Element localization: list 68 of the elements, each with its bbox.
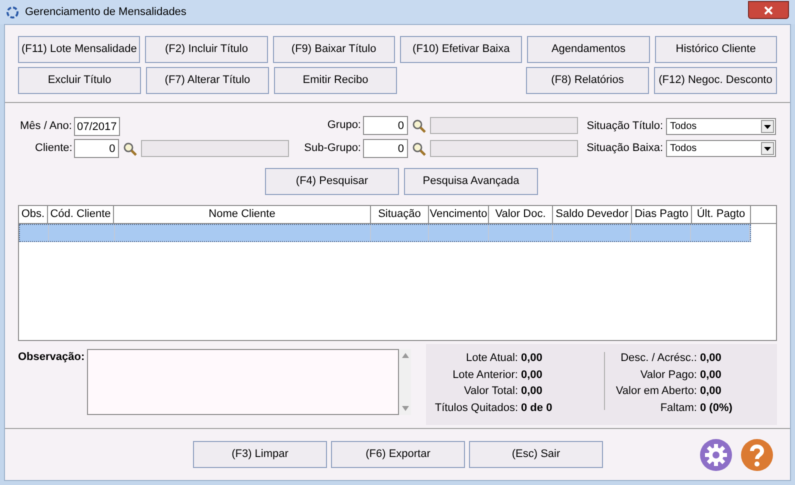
toolbar-button[interactable]: (Esc) Sair [469, 441, 603, 468]
observation-field[interactable] [87, 349, 399, 415]
scrollbar[interactable] [399, 349, 411, 415]
summary-label: Lote Anterior: [452, 368, 518, 382]
table-row[interactable] [19, 224, 751, 242]
summary-value: 0,00 [700, 384, 722, 399]
summary-value: 0,00 [700, 368, 722, 382]
close-icon [764, 6, 773, 14]
toolbar-button[interactable]: (F2) Incluir Título [145, 36, 268, 63]
scroll-up-icon [402, 353, 408, 358]
number-field[interactable]: 0 [74, 139, 120, 158]
observation-label: Observação: [18, 350, 86, 365]
column-header[interactable]: Vencimento [429, 206, 489, 223]
column-header[interactable]: Valor Doc. [489, 206, 553, 223]
number-field[interactable]: 0 [363, 116, 408, 135]
toolbar-button[interactable]: (F9) Baixar Título [272, 36, 395, 63]
summary-label: Valor em Aberto: [614, 384, 697, 399]
window-title: Gerenciamento de Mensalidades [25, 4, 186, 20]
toolbar-button[interactable]: Emitir Recibo [274, 67, 397, 94]
summary-label: Faltam: [659, 400, 697, 416]
toolbar-button[interactable]: (F6) Exportar [331, 441, 465, 468]
column-header[interactable]: Saldo Devedor [553, 206, 632, 223]
search-icon[interactable] [412, 142, 426, 156]
field-label: Sub-Grupo: [304, 141, 361, 156]
close-button[interactable] [748, 1, 789, 19]
summary-value: 0,00 [521, 384, 542, 399]
summary-value: 0,00 [521, 368, 542, 382]
toolbar-button[interactable]: (F11) Lote Mensalidade [18, 36, 140, 63]
toolbar-button[interactable]: (F4) Pesquisar [265, 168, 399, 195]
help-icon[interactable] [741, 438, 773, 470]
summary-label: Desc. / Acrésc.: [620, 351, 697, 366]
number-field[interactable]: 0 [363, 139, 408, 158]
summary-value: 0 de 0 [521, 400, 552, 416]
toolbar-button[interactable]: Pesquisa Avançada [404, 168, 538, 195]
toolbar-button[interactable]: (F10) Efetivar Baixa [400, 36, 522, 63]
search-icon[interactable] [412, 118, 426, 132]
field-label: Cliente: [35, 141, 72, 156]
summary-label: Títulos Quitados: [434, 400, 518, 416]
settings-icon[interactable] [700, 438, 732, 470]
dropdown[interactable]: Todos [666, 140, 776, 157]
column-header[interactable]: Obs. [19, 206, 48, 223]
field-label: Mês / Ano: [20, 119, 72, 134]
dropdown[interactable]: Todos [666, 118, 776, 135]
column-header[interactable]: Cód. Cliente [48, 206, 114, 223]
toolbar-button[interactable]: Excluir Título [18, 67, 141, 94]
column-header[interactable]: Nome Cliente [114, 206, 371, 223]
field-label: Grupo: [327, 118, 361, 134]
app-icon [6, 6, 19, 18]
summary-label: Lote Atual: [465, 351, 518, 366]
summary-value: 0 (0%) [700, 400, 732, 416]
toolbar-button[interactable]: Histórico Cliente [654, 36, 777, 63]
column-header[interactable]: Últ. Pagto [692, 206, 751, 223]
column-header[interactable]: Dias Pagto [632, 206, 692, 223]
summary-value: 0,00 [521, 351, 542, 366]
summary-label: Valor Total: [462, 384, 518, 399]
toolbar-button[interactable]: (F7) Alterar Título [146, 67, 269, 94]
toolbar-button[interactable]: (F12) Negoc. Desconto [654, 67, 777, 94]
field-label: Situação Baixa: [586, 141, 663, 156]
summary-value: 0,00 [700, 351, 722, 366]
toolbar-button[interactable]: Agendamentos [527, 36, 650, 63]
field-label: Situação Título: [586, 119, 663, 134]
column-header[interactable]: Situação [371, 206, 429, 223]
scroll-down-icon [402, 406, 408, 411]
toolbar-button[interactable]: (F8) Relatórios [526, 67, 649, 94]
search-icon[interactable] [123, 142, 138, 156]
summary-label: Valor Pago: [639, 368, 697, 382]
month-year-field[interactable]: 07/2017 [74, 117, 120, 136]
toolbar-button[interactable]: (F3) Limpar [193, 441, 327, 468]
